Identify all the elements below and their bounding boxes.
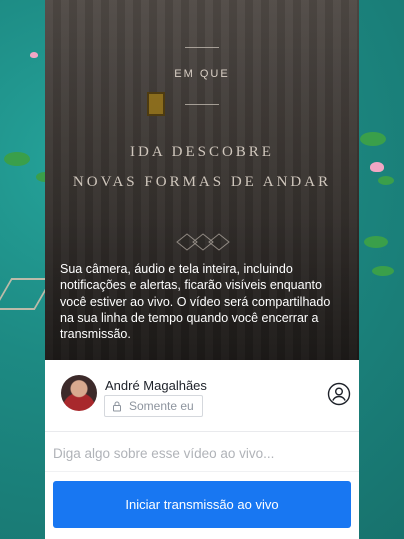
caption-input[interactable]: Diga algo sobre esse vídeo ao vivo...: [53, 446, 274, 461]
user-name: André Magalhães: [105, 378, 207, 393]
headline-line: NOVAS FORMAS DE ANDAR: [72, 174, 332, 190]
headline-line: IDA DESCOBRE: [130, 144, 274, 160]
lily-pad: [378, 176, 394, 185]
divider-line: [185, 47, 219, 48]
avatar[interactable]: [61, 375, 97, 411]
lock-icon: [113, 401, 121, 412]
divider: [45, 431, 359, 432]
friends-icon[interactable]: [327, 382, 351, 406]
lily-pad: [372, 266, 394, 276]
live-notice-text: Sua câmera, áudio e tela inteira, inclui…: [60, 262, 331, 342]
divider-line: [185, 104, 219, 105]
lotus-flower: [370, 162, 384, 172]
privacy-selector[interactable]: Somente eu: [104, 395, 203, 417]
lily-pad: [360, 132, 386, 146]
preview-subtitle: EM QUE: [174, 68, 230, 80]
privacy-label: Somente eu: [129, 399, 194, 413]
lily-pad: [4, 152, 30, 166]
preview-headline: IDA DESCOBRE NOVAS FORMAS DE ANDAR: [45, 137, 359, 197]
start-live-button[interactable]: Iniciar transmissão ao vivo: [53, 481, 351, 528]
lily-pad: [364, 236, 388, 248]
divider: [45, 471, 359, 472]
lotus-flower: [30, 52, 38, 58]
live-composer-card: André Magalhães Somente eu Diga algo sob…: [45, 360, 359, 539]
diamond-ornament: [176, 233, 230, 251]
